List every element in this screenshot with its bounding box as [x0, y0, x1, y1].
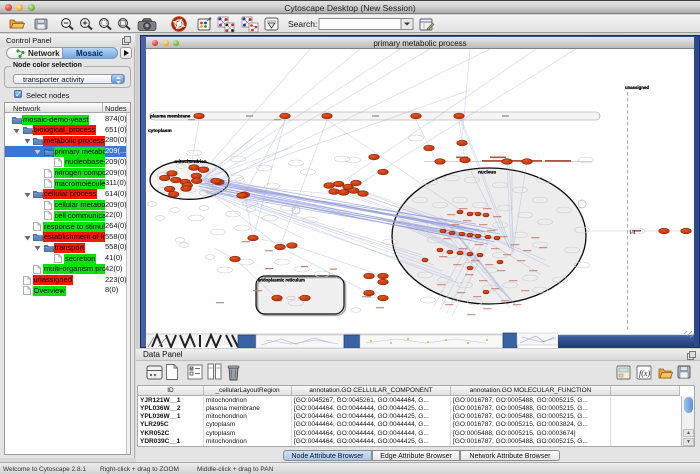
- svg-text:mitochondrion: mitochondrion: [175, 159, 207, 164]
- svg-text:endoplasmic reticulum: endoplasmic reticulum: [258, 278, 305, 283]
- svg-text:f(x): f(x): [639, 369, 650, 378]
- svg-text:nucleus: nucleus: [478, 170, 496, 176]
- svg-text:[...]: [...]: [630, 230, 635, 234]
- svg-text:Search:: Search:: [288, 19, 317, 29]
- svg-text:unassigned: unassigned: [625, 85, 649, 90]
- svg-text:plasma membrane: plasma membrane: [150, 113, 191, 118]
- svg-text:cytoplasm: cytoplasm: [148, 128, 172, 134]
